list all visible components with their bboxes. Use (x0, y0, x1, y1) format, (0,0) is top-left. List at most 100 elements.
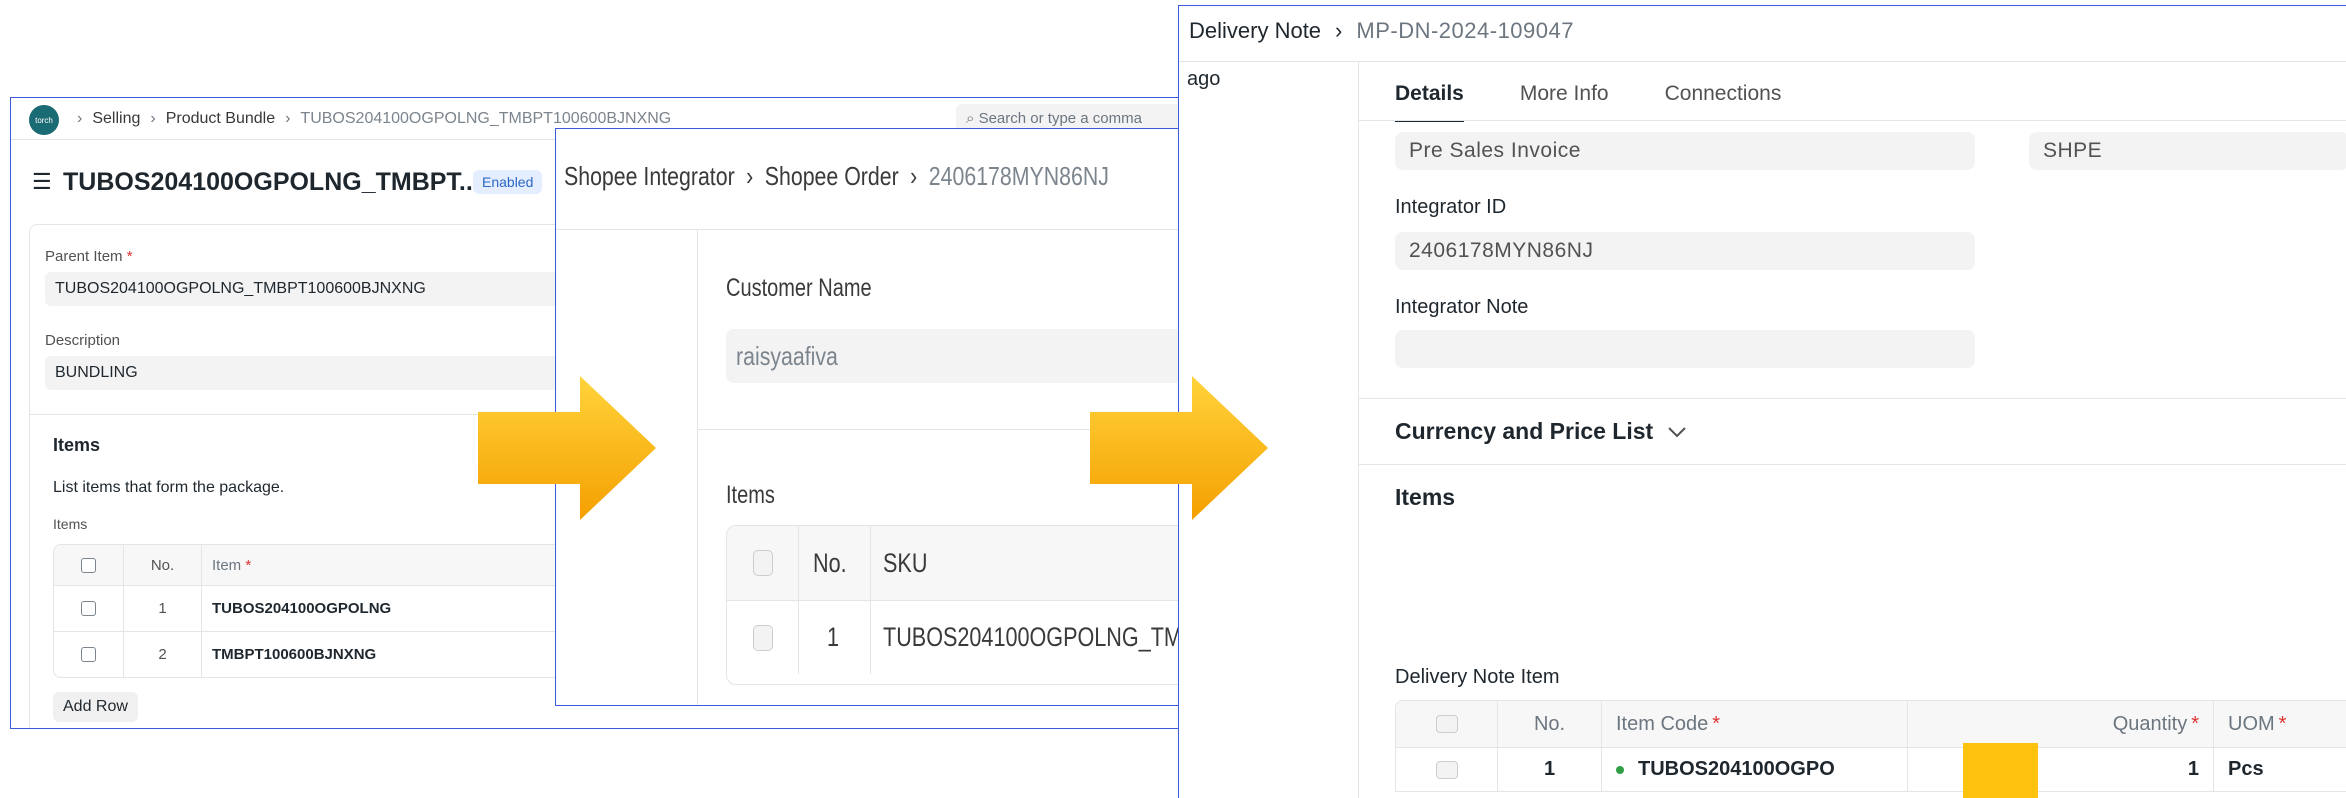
row-checkbox[interactable] (752, 624, 773, 651)
items-heading: Items (1395, 484, 1456, 510)
currency-section-title: Currency and Price List (1395, 418, 1654, 444)
highlight-marker (1963, 743, 2038, 798)
row-no: 2 (124, 632, 202, 677)
tab-bar: Details More Info Connections (1395, 82, 1781, 122)
row-uom[interactable]: Pcs (2214, 748, 2346, 791)
tab-divider (1359, 120, 2346, 121)
shpe-field[interactable]: SHPE (2029, 132, 2346, 170)
chevron-down-icon (1668, 426, 1686, 437)
pre-sales-invoice-field[interactable]: Pre Sales Invoice (1395, 132, 1975, 170)
chevron-right-icon: › (150, 110, 156, 127)
section-divider (1359, 464, 2346, 465)
col-sku-header: SKU (871, 547, 1194, 579)
breadcrumb: Shopee Integrator › Shopee Order › 24061… (564, 161, 1109, 192)
parent-item-label: Parent Item * (45, 248, 133, 265)
customer-name-label: Customer Name (726, 274, 872, 302)
col-no-header: No. (1498, 701, 1602, 747)
header-divider (556, 229, 1194, 230)
table-header: No. Item Code * Quantity * UOM * (1396, 701, 2346, 747)
select-all-checkbox[interactable] (752, 550, 773, 576)
breadcrumb: Delivery Note › MP-DN-2024-109047 (1189, 18, 1574, 44)
row-checkbox[interactable] (1435, 760, 1458, 779)
col-no-header: No. (124, 545, 202, 585)
page-title: TUBOS204100OGPOLNG_TMBPT... (63, 168, 480, 196)
col-quantity-text: Quantity (2112, 712, 2188, 735)
status-dot-icon (1616, 765, 1624, 774)
breadcrumb-product-bundle[interactable]: Product Bundle (166, 110, 275, 128)
table-header: No. SKU (727, 526, 1194, 600)
row-no: 1 (799, 601, 871, 674)
header-checkbox-cell (1396, 701, 1498, 747)
breadcrumb-selling[interactable]: Selling (92, 110, 140, 128)
sidebar-divider (697, 229, 698, 705)
description-label: Description (45, 332, 121, 349)
delivery-note-window: Delivery Note › MP-DN-2024-109047 ago De… (1178, 5, 2346, 798)
search-icon: ⌕ (966, 110, 975, 127)
add-row-button[interactable]: Add Row (53, 692, 138, 722)
customer-name-field[interactable]: raisyaafiva (726, 329, 1194, 383)
breadcrumb-current[interactable]: 2406178MYN86NJ (929, 161, 1109, 192)
tab-more-info[interactable]: More Info (1520, 82, 1609, 122)
row-sku[interactable]: TUBOS204100OGPOLNG_TMBPT10 (871, 622, 1194, 653)
col-sku-text: SKU (883, 547, 928, 578)
header-checkbox-cell (727, 526, 799, 600)
chevron-right-icon: › (1335, 18, 1343, 43)
table-row[interactable]: 1 TUBOS204100OGPOLNG_TMBPT10 (727, 600, 1194, 674)
col-uom-text: UOM (2228, 712, 2275, 735)
row-checkbox[interactable] (81, 647, 96, 662)
select-all-checkbox[interactable] (1435, 715, 1458, 733)
col-uom-header: UOM * (2214, 701, 2346, 747)
logo-text: torch (35, 115, 53, 125)
items-table: No. SKU 1 TUBOS204100OGPOLNG_TMBPT10 (726, 525, 1194, 685)
arrow-right-icon (1090, 376, 1268, 520)
header-checkbox-cell (54, 545, 124, 585)
items-heading: Items (53, 435, 101, 455)
arrow-right-icon (478, 376, 656, 520)
select-all-checkbox[interactable] (81, 557, 96, 573)
row-checkbox-cell (1396, 748, 1498, 791)
row-checkbox-cell (54, 586, 124, 631)
row-item-code[interactable]: TUBOS204100OGPO (1602, 748, 1908, 791)
tab-details[interactable]: Details (1395, 82, 1464, 122)
row-checkbox-cell (727, 601, 799, 674)
row-no: 1 (1498, 748, 1602, 791)
required-marker: * (1712, 712, 1721, 735)
integrator-id-label: Integrator ID (1395, 196, 1507, 218)
tab-connections[interactable]: Connections (1665, 82, 1782, 122)
col-item-header-text: Item (212, 556, 242, 574)
search-placeholder: Search or type a comma (978, 110, 1142, 127)
sidebar-timestamp: ago (1187, 68, 1221, 90)
table-row[interactable]: 1 TUBOS204100OGPO 1 Pcs (1396, 747, 2346, 791)
required-marker: * (2191, 712, 2199, 735)
app-logo[interactable]: torch (29, 105, 59, 135)
chevron-right-icon: › (910, 161, 918, 191)
row-item-code-text: TUBOS204100OGPO (1638, 758, 1835, 780)
parent-item-label-text: Parent Item (45, 248, 123, 265)
breadcrumb-delivery-note[interactable]: Delivery Note (1189, 18, 1321, 44)
col-no-text: No. (813, 547, 848, 578)
header-divider (1179, 61, 2346, 62)
col-quantity-header: Quantity * (1908, 701, 2214, 747)
breadcrumb-current[interactable]: TUBOS204100OGPOLNG_TMBPT100600BJNXNG (300, 110, 671, 128)
menu-icon[interactable]: ☰ (32, 169, 52, 195)
col-item-code-header: Item Code * (1602, 701, 1908, 747)
status-badge: Enabled (473, 170, 543, 194)
required-marker: * (245, 556, 252, 574)
items-sublabel: Items (53, 516, 88, 532)
chevron-right-icon: › (285, 110, 291, 127)
breadcrumb-shopee-integrator[interactable]: Shopee Integrator (564, 161, 735, 192)
breadcrumb-current[interactable]: MP-DN-2024-109047 (1356, 18, 1574, 44)
breadcrumb-shopee-order[interactable]: Shopee Order (765, 161, 899, 192)
parent-item-field[interactable]: TUBOS204100OGPOLNG_TMBPT100600BJNXNG (45, 272, 565, 306)
row-checkbox[interactable] (81, 601, 96, 616)
required-marker: * (2278, 712, 2287, 735)
row-quantity[interactable]: 1 (1908, 748, 2214, 791)
items-label: Items (726, 481, 775, 509)
breadcrumb: › Selling › Product Bundle › TUBOS204100… (77, 110, 671, 128)
currency-section-toggle[interactable]: Currency and Price List (1395, 418, 1687, 445)
integrator-id-field[interactable]: 2406178MYN86NJ (1395, 232, 1975, 270)
integrator-note-label: Integrator Note (1395, 296, 1529, 318)
customer-name-value: raisyaafiva (736, 341, 838, 371)
col-no-header: No. (799, 526, 871, 600)
integrator-note-field[interactable] (1395, 330, 1975, 368)
